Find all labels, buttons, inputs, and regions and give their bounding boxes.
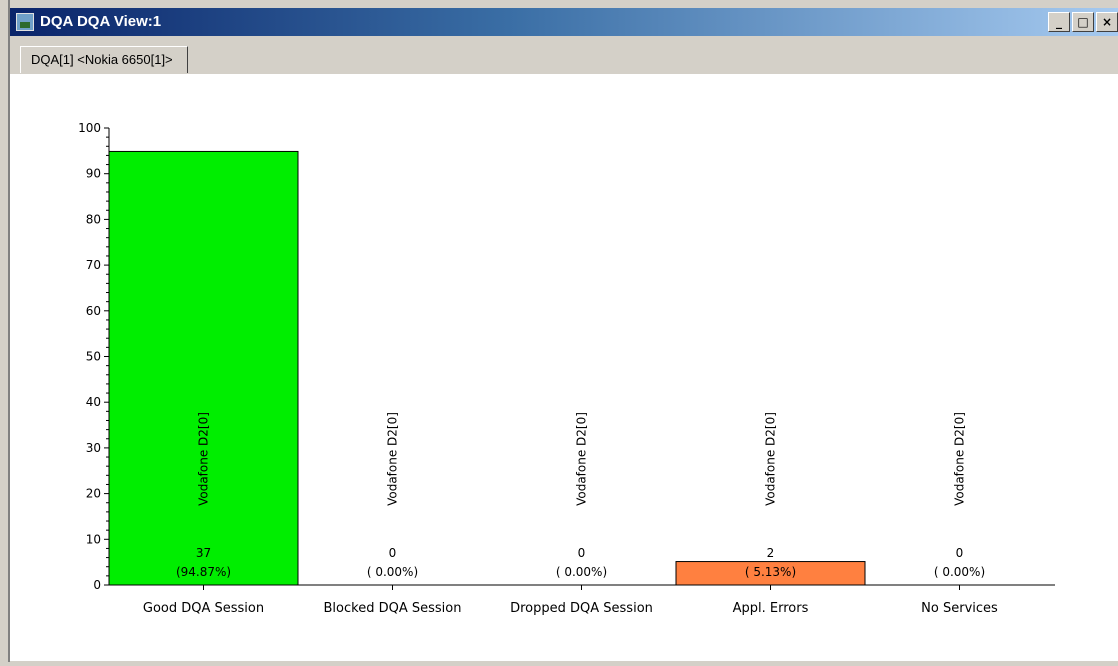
- percent-label: ( 5.13%): [745, 565, 796, 579]
- maximize-button[interactable]: □: [1072, 12, 1094, 32]
- bar-chart: 0102030405060708090100Good DQA Session37…: [78, 121, 1055, 616]
- series-label: Vodafone D2[0]: [575, 412, 589, 506]
- tab-dqa-nokia[interactable]: DQA[1] <Nokia 6650[1]>: [20, 46, 188, 73]
- minimize-button[interactable]: _: [1048, 12, 1070, 32]
- y-tick-label: 30: [86, 441, 101, 455]
- count-label: 0: [578, 546, 586, 560]
- title-bar[interactable]: DQA DQA View:1 _ □ ×: [10, 8, 1118, 36]
- category-label: Appl. Errors: [733, 601, 809, 616]
- percent-label: ( 0.00%): [367, 565, 418, 579]
- percent-label: (94.87%): [176, 565, 231, 579]
- chart-panel: 0 10 20 30 40 50 60 70 80 90 100 Good DQA Session 37…: [10, 74, 1118, 661]
- series-label: Vodafone D2[0]: [764, 412, 778, 506]
- category-label: Dropped DQA Session: [510, 601, 653, 616]
- series-label: Vodafone D2[0]: [953, 412, 967, 506]
- y-tick-label: 50: [86, 350, 101, 364]
- close-button[interactable]: ×: [1096, 12, 1118, 32]
- y-tick-label: 20: [86, 487, 101, 501]
- y-tick-label: 90: [86, 167, 101, 181]
- count-label: 0: [389, 546, 397, 560]
- app-icon: [16, 13, 34, 31]
- y-tick-label: 70: [86, 258, 101, 272]
- y-tick-label: 40: [86, 395, 101, 409]
- tab-strip: DQA[1] <Nokia 6650[1]>: [10, 40, 1118, 74]
- percent-label: ( 0.00%): [556, 565, 607, 579]
- y-tick-label: 10: [86, 532, 101, 546]
- y-tick-label: 100: [78, 121, 101, 135]
- count-label: 37: [196, 546, 211, 560]
- count-label: 2: [767, 546, 775, 560]
- dqa-view-window: DQA DQA View:1 _ □ × DQA[1] <Nokia 6650[…: [8, 0, 1118, 662]
- series-label: Vodafone D2[0]: [386, 412, 400, 506]
- series-label: Vodafone D2[0]: [197, 412, 211, 506]
- y-tick-label: 0: [93, 578, 101, 592]
- category-label: Blocked DQA Session: [324, 601, 462, 616]
- category-label: Good DQA Session: [143, 601, 264, 616]
- y-tick-label: 80: [86, 212, 101, 226]
- count-label: 0: [956, 546, 964, 560]
- bar-0: [108, 150, 299, 586]
- window-title: DQA DQA View:1: [40, 13, 162, 30]
- percent-label: ( 0.00%): [934, 565, 985, 579]
- category-label: No Services: [921, 601, 998, 616]
- y-tick-label: 60: [86, 304, 101, 318]
- window-controls: _ □ ×: [1048, 12, 1118, 32]
